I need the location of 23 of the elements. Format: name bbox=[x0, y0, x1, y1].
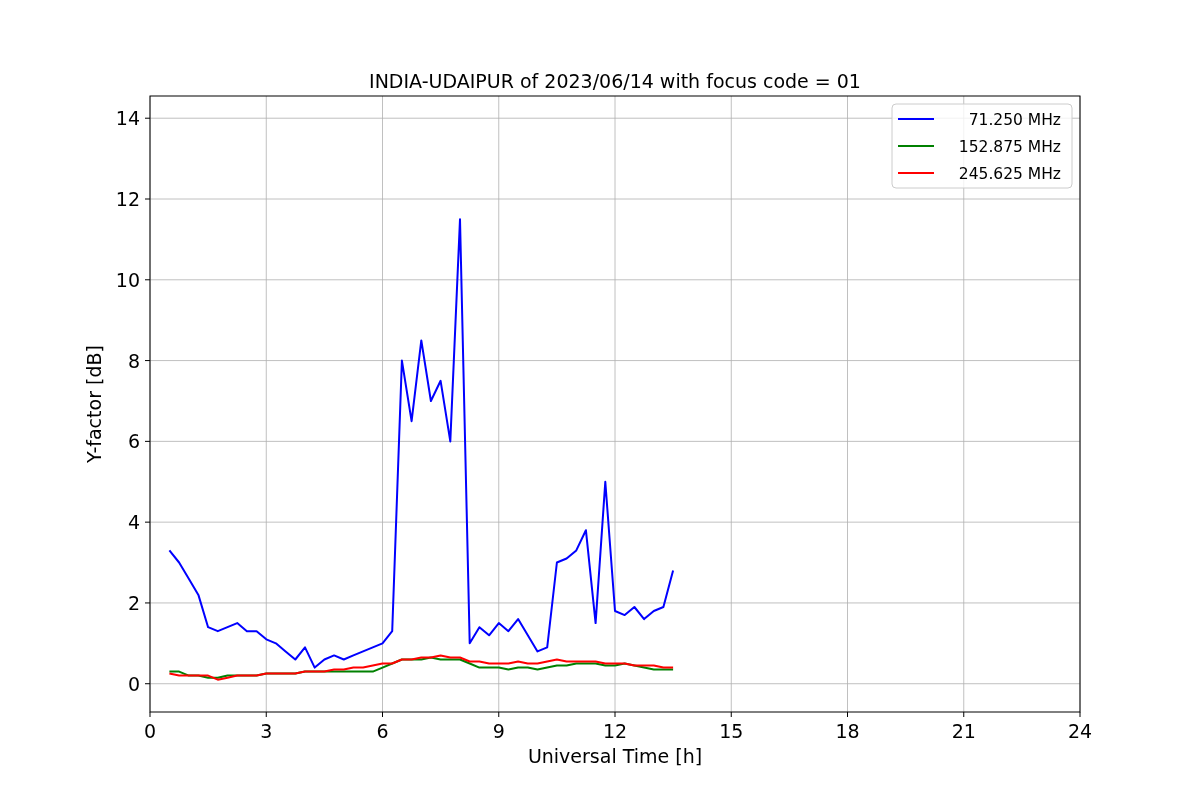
axis-label: Y-factor [dB] bbox=[83, 345, 105, 463]
tick-label: 6 bbox=[376, 720, 389, 742]
legend-label: 152.875 MHz bbox=[958, 138, 1061, 156]
tick-label: 0 bbox=[127, 672, 140, 695]
tick-label: 12 bbox=[602, 720, 628, 742]
tick-label: 3 bbox=[260, 720, 273, 742]
tick-label: 6 bbox=[127, 430, 140, 453]
tick-label: 15 bbox=[719, 720, 744, 742]
tick-label: 8 bbox=[127, 349, 140, 372]
legend-label: 245.625 MHz bbox=[958, 165, 1061, 183]
tick-label: 12 bbox=[115, 188, 140, 210]
axis-label: Universal Time [h] bbox=[527, 745, 703, 767]
tick-label: 4 bbox=[127, 511, 140, 534]
tick-label: 0 bbox=[143, 720, 157, 742]
chart-title: INDIA-UDAIPUR of 2023/06/14 with focus code = 01 bbox=[369, 70, 861, 92]
tick-label: 21 bbox=[951, 720, 976, 742]
tick-label: 18 bbox=[835, 720, 860, 742]
tick-label: 10 bbox=[115, 268, 140, 291]
tick-label: 14 bbox=[115, 107, 140, 130]
tick-label: 9 bbox=[492, 720, 505, 742]
legend-label: 71.250 MHz bbox=[968, 111, 1061, 129]
tick-label: 24 bbox=[1067, 720, 1093, 742]
tick-label: 2 bbox=[127, 591, 140, 614]
